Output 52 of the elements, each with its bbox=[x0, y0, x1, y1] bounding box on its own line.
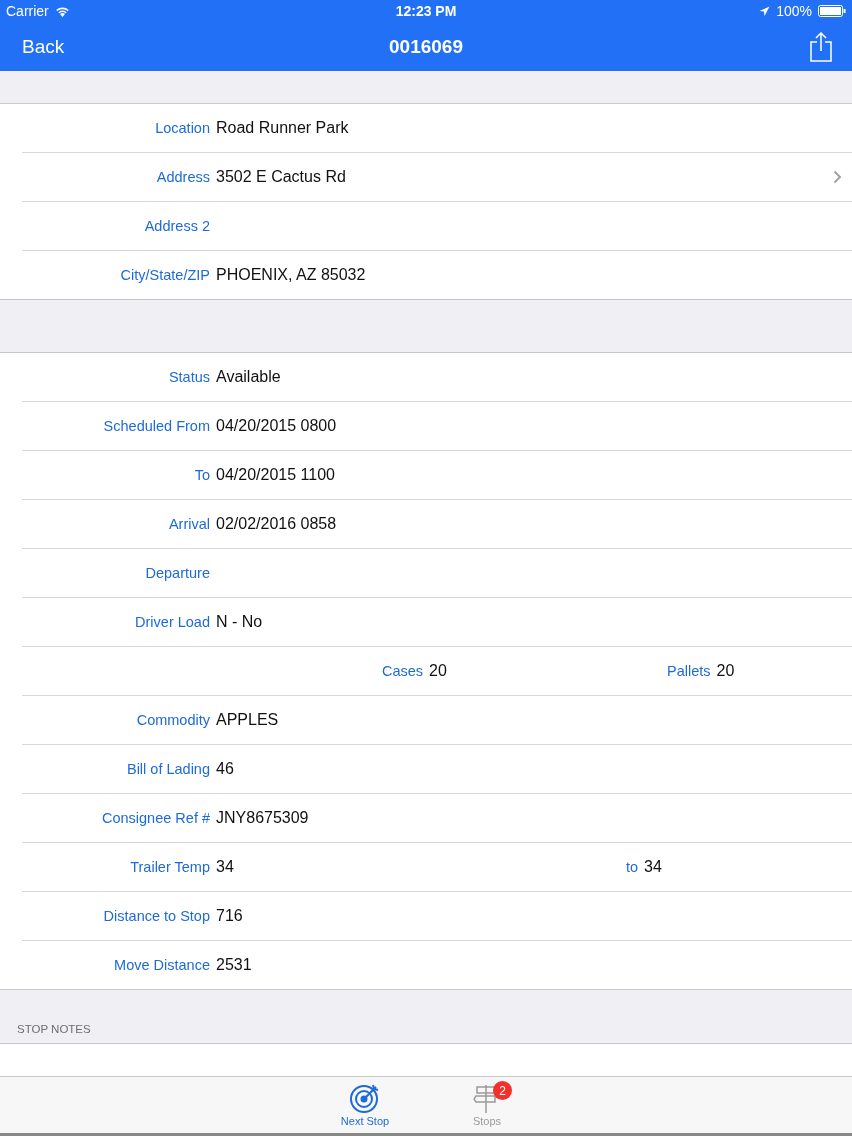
field-label: Driver Load bbox=[135, 614, 210, 631]
field-value: 46 bbox=[216, 760, 234, 779]
back-button[interactable]: Back bbox=[22, 35, 65, 58]
field-value: 34 bbox=[216, 858, 234, 877]
target-icon bbox=[349, 1082, 381, 1115]
notes-field[interactable] bbox=[0, 1042, 852, 1077]
field-label: To bbox=[194, 467, 210, 484]
field-value: Road Runner Park bbox=[216, 119, 349, 138]
field-value: 04/20/2015 1100 bbox=[216, 466, 335, 485]
field-value: 34 bbox=[644, 858, 662, 877]
location-arrow-icon bbox=[759, 5, 771, 17]
field-label: Address bbox=[156, 169, 210, 186]
share-icon[interactable] bbox=[810, 31, 832, 62]
wifi-icon bbox=[54, 5, 70, 17]
badge-count: 2 bbox=[493, 1081, 512, 1101]
field-label: Status bbox=[168, 369, 210, 386]
field-value: PHOENIX, AZ 85032 bbox=[216, 266, 366, 285]
tab-item[interactable]: 2 Stops bbox=[455, 1077, 519, 1133]
field-value: 3502 E Cactus Rd bbox=[216, 168, 346, 187]
nav-title: 0016069 bbox=[389, 35, 463, 58]
field-label: Bill of Lading bbox=[126, 761, 210, 778]
field-value: N - No bbox=[216, 613, 263, 632]
field-value: Available bbox=[216, 368, 281, 387]
field-label: Arrival bbox=[168, 516, 210, 533]
field-value: 716 bbox=[216, 907, 243, 926]
field-value: 20 bbox=[716, 662, 735, 681]
section-header: STOP NOTES bbox=[17, 1022, 91, 1035]
carrier-name: Carrier bbox=[6, 3, 49, 19]
field-label: Distance to Stop bbox=[103, 908, 210, 925]
field-label: Trailer Temp bbox=[130, 859, 210, 876]
field-label: Cases bbox=[382, 663, 424, 680]
field-label: Address 2 bbox=[144, 218, 210, 235]
tab-item[interactable]: Next Stop bbox=[333, 1077, 397, 1133]
clock-time: 12:23 PM bbox=[394, 3, 458, 19]
field-label: Scheduled From bbox=[103, 418, 210, 435]
field-value: 20 bbox=[429, 662, 447, 681]
field-label: Commodity bbox=[136, 712, 210, 729]
chevron-icon[interactable] bbox=[833, 170, 842, 185]
field-label: Move Distance bbox=[114, 957, 210, 974]
field-value: APPLES bbox=[216, 711, 279, 730]
field-label: to bbox=[626, 859, 639, 876]
field-label: Departure bbox=[145, 565, 210, 582]
field-label: Consignee Ref # bbox=[102, 810, 210, 827]
field-value: 02/02/2016 0858 bbox=[216, 515, 337, 534]
field-label: Location bbox=[155, 120, 210, 137]
field-value: 2531 bbox=[216, 956, 252, 975]
battery-icon bbox=[818, 5, 846, 17]
battery-percentage: 100% bbox=[776, 3, 812, 19]
field-value: 04/20/2015 0800 bbox=[216, 417, 337, 436]
field-label: Pallets bbox=[667, 663, 711, 680]
field-label: City/State/ZIP bbox=[120, 267, 210, 284]
field-value: JNY8675309 bbox=[216, 809, 309, 828]
